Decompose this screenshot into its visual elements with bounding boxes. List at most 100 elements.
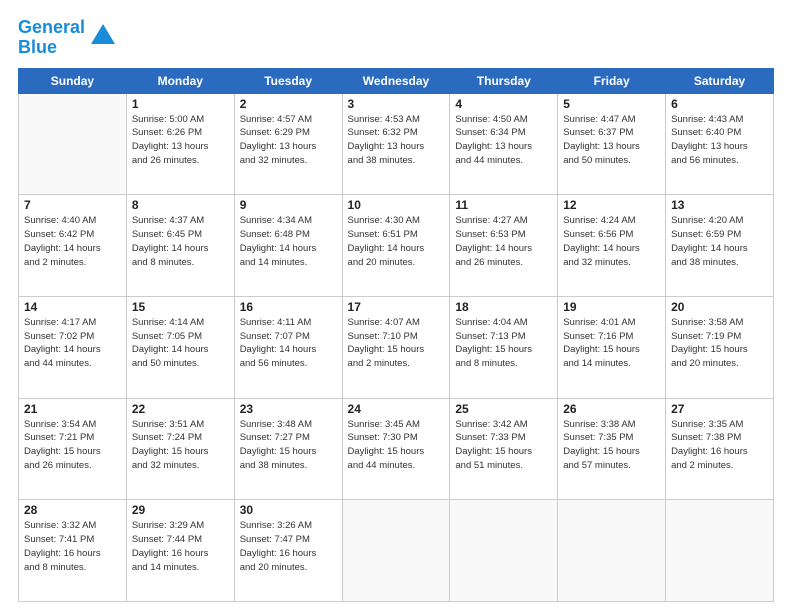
day-number: 15 [132,300,229,314]
day-info: Sunrise: 3:54 AM Sunset: 7:21 PM Dayligh… [24,418,121,473]
day-info: Sunrise: 5:00 AM Sunset: 6:26 PM Dayligh… [132,113,229,168]
day-info: Sunrise: 3:42 AM Sunset: 7:33 PM Dayligh… [455,418,552,473]
day-info: Sunrise: 4:14 AM Sunset: 7:05 PM Dayligh… [132,316,229,371]
calendar-cell [342,500,450,602]
day-number: 10 [348,198,445,212]
calendar-cell: 30 Sunrise: 3:26 AM Sunset: 7:47 PM Dayli… [234,500,342,602]
day-number: 28 [24,503,121,517]
calendar-cell: 23 Sunrise: 3:48 AM Sunset: 7:27 PM Dayli… [234,398,342,500]
calendar-cell: 12 Sunrise: 4:24 AM Sunset: 6:56 PM Dayli… [558,195,666,297]
calendar-cell: 2 Sunrise: 4:57 AM Sunset: 6:29 PM Daylig… [234,93,342,195]
day-number: 2 [240,97,337,111]
calendar-cell: 1Sunrise: 5:00 AM Sunset: 6:26 PM Daylig… [126,93,234,195]
day-info: Sunrise: 3:38 AM Sunset: 7:35 PM Dayligh… [563,418,660,473]
day-info: Sunrise: 4:20 AM Sunset: 6:59 PM Dayligh… [671,214,768,269]
calendar-cell: 5Sunrise: 4:47 AM Sunset: 6:37 PM Daylig… [558,93,666,195]
day-info: Sunrise: 4:01 AM Sunset: 7:16 PM Dayligh… [563,316,660,371]
calendar-cell [558,500,666,602]
calendar-cell: 6 Sunrise: 4:43 AM Sunset: 6:40 PM Daylig… [666,93,774,195]
calendar-table: SundayMondayTuesdayWednesdayThursdayFrid… [18,68,774,602]
weekday-header-row: SundayMondayTuesdayWednesdayThursdayFrid… [19,68,774,93]
calendar-cell: 17Sunrise: 4:07 AM Sunset: 7:10 PM Dayli… [342,296,450,398]
calendar-cell [666,500,774,602]
day-number: 12 [563,198,660,212]
day-number: 6 [671,97,768,111]
calendar-week-3: 14 Sunrise: 4:17 AM Sunset: 7:02 PM Dayli… [19,296,774,398]
day-info: Sunrise: 4:17 AM Sunset: 7:02 PM Dayligh… [24,316,121,371]
day-info: Sunrise: 4:40 AM Sunset: 6:42 PM Dayligh… [24,214,121,269]
day-info: Sunrise: 4:11 AM Sunset: 7:07 PM Dayligh… [240,316,337,371]
day-info: Sunrise: 3:29 AM Sunset: 7:44 PM Dayligh… [132,519,229,574]
day-info: Sunrise: 4:47 AM Sunset: 6:37 PM Dayligh… [563,113,660,168]
day-number: 9 [240,198,337,212]
logo: General Blue [18,18,117,58]
calendar-week-2: 7 Sunrise: 4:40 AM Sunset: 6:42 PM Daylig… [19,195,774,297]
day-info: Sunrise: 4:43 AM Sunset: 6:40 PM Dayligh… [671,113,768,168]
weekday-header-thursday: Thursday [450,68,558,93]
weekday-header-tuesday: Tuesday [234,68,342,93]
day-info: Sunrise: 3:58 AM Sunset: 7:19 PM Dayligh… [671,316,768,371]
day-info: Sunrise: 4:24 AM Sunset: 6:56 PM Dayligh… [563,214,660,269]
day-number: 18 [455,300,552,314]
day-number: 14 [24,300,121,314]
day-number: 29 [132,503,229,517]
calendar-cell: 27 Sunrise: 3:35 AM Sunset: 7:38 PM Dayli… [666,398,774,500]
calendar-cell: 8 Sunrise: 4:37 AM Sunset: 6:45 PM Daylig… [126,195,234,297]
day-info: Sunrise: 3:48 AM Sunset: 7:27 PM Dayligh… [240,418,337,473]
calendar-week-5: 28 Sunrise: 3:32 AM Sunset: 7:41 PM Dayli… [19,500,774,602]
day-info: Sunrise: 4:34 AM Sunset: 6:48 PM Dayligh… [240,214,337,269]
calendar-cell: 11 Sunrise: 4:27 AM Sunset: 6:53 PM Dayli… [450,195,558,297]
logo-text: General Blue [18,18,85,58]
weekday-header-saturday: Saturday [666,68,774,93]
logo-general: General [18,17,85,37]
day-info: Sunrise: 3:35 AM Sunset: 7:38 PM Dayligh… [671,418,768,473]
day-number: 3 [348,97,445,111]
day-number: 24 [348,402,445,416]
weekday-header-friday: Friday [558,68,666,93]
day-number: 20 [671,300,768,314]
day-info: Sunrise: 4:37 AM Sunset: 6:45 PM Dayligh… [132,214,229,269]
calendar-cell: 7 Sunrise: 4:40 AM Sunset: 6:42 PM Daylig… [19,195,127,297]
calendar-cell: 24 Sunrise: 3:45 AM Sunset: 7:30 PM Dayli… [342,398,450,500]
day-number: 25 [455,402,552,416]
day-info: Sunrise: 4:07 AM Sunset: 7:10 PM Dayligh… [348,316,445,371]
day-number: 27 [671,402,768,416]
weekday-header-sunday: Sunday [19,68,127,93]
day-info: Sunrise: 4:53 AM Sunset: 6:32 PM Dayligh… [348,113,445,168]
day-number: 11 [455,198,552,212]
calendar-cell: 18Sunrise: 4:04 AM Sunset: 7:13 PM Dayli… [450,296,558,398]
day-info: Sunrise: 3:51 AM Sunset: 7:24 PM Dayligh… [132,418,229,473]
day-number: 7 [24,198,121,212]
day-number: 8 [132,198,229,212]
weekday-header-wednesday: Wednesday [342,68,450,93]
calendar-cell: 28 Sunrise: 3:32 AM Sunset: 7:41 PM Dayli… [19,500,127,602]
day-number: 26 [563,402,660,416]
day-info: Sunrise: 4:27 AM Sunset: 6:53 PM Dayligh… [455,214,552,269]
calendar-cell: 20 Sunrise: 3:58 AM Sunset: 7:19 PM Dayli… [666,296,774,398]
calendar-cell: 9 Sunrise: 4:34 AM Sunset: 6:48 PM Daylig… [234,195,342,297]
calendar-cell [450,500,558,602]
header: General Blue [18,18,774,58]
calendar-cell: 21 Sunrise: 3:54 AM Sunset: 7:21 PM Dayli… [19,398,127,500]
day-number: 13 [671,198,768,212]
day-number: 23 [240,402,337,416]
day-number: 22 [132,402,229,416]
calendar-week-1: 1Sunrise: 5:00 AM Sunset: 6:26 PM Daylig… [19,93,774,195]
calendar-cell: 19Sunrise: 4:01 AM Sunset: 7:16 PM Dayli… [558,296,666,398]
calendar-cell [19,93,127,195]
weekday-header-monday: Monday [126,68,234,93]
logo-blue: Blue [18,37,57,57]
day-info: Sunrise: 3:26 AM Sunset: 7:47 PM Dayligh… [240,519,337,574]
day-number: 21 [24,402,121,416]
day-info: Sunrise: 4:57 AM Sunset: 6:29 PM Dayligh… [240,113,337,168]
day-info: Sunrise: 4:50 AM Sunset: 6:34 PM Dayligh… [455,113,552,168]
day-info: Sunrise: 3:32 AM Sunset: 7:41 PM Dayligh… [24,519,121,574]
day-number: 30 [240,503,337,517]
calendar-cell: 10 Sunrise: 4:30 AM Sunset: 6:51 PM Dayli… [342,195,450,297]
calendar-week-4: 21 Sunrise: 3:54 AM Sunset: 7:21 PM Dayli… [19,398,774,500]
day-info: Sunrise: 4:30 AM Sunset: 6:51 PM Dayligh… [348,214,445,269]
page: General Blue SundayMondayTuesdayWednesda… [0,0,792,612]
calendar-cell: 4Sunrise: 4:50 AM Sunset: 6:34 PM Daylig… [450,93,558,195]
calendar-cell: 26 Sunrise: 3:38 AM Sunset: 7:35 PM Dayli… [558,398,666,500]
day-info: Sunrise: 3:45 AM Sunset: 7:30 PM Dayligh… [348,418,445,473]
